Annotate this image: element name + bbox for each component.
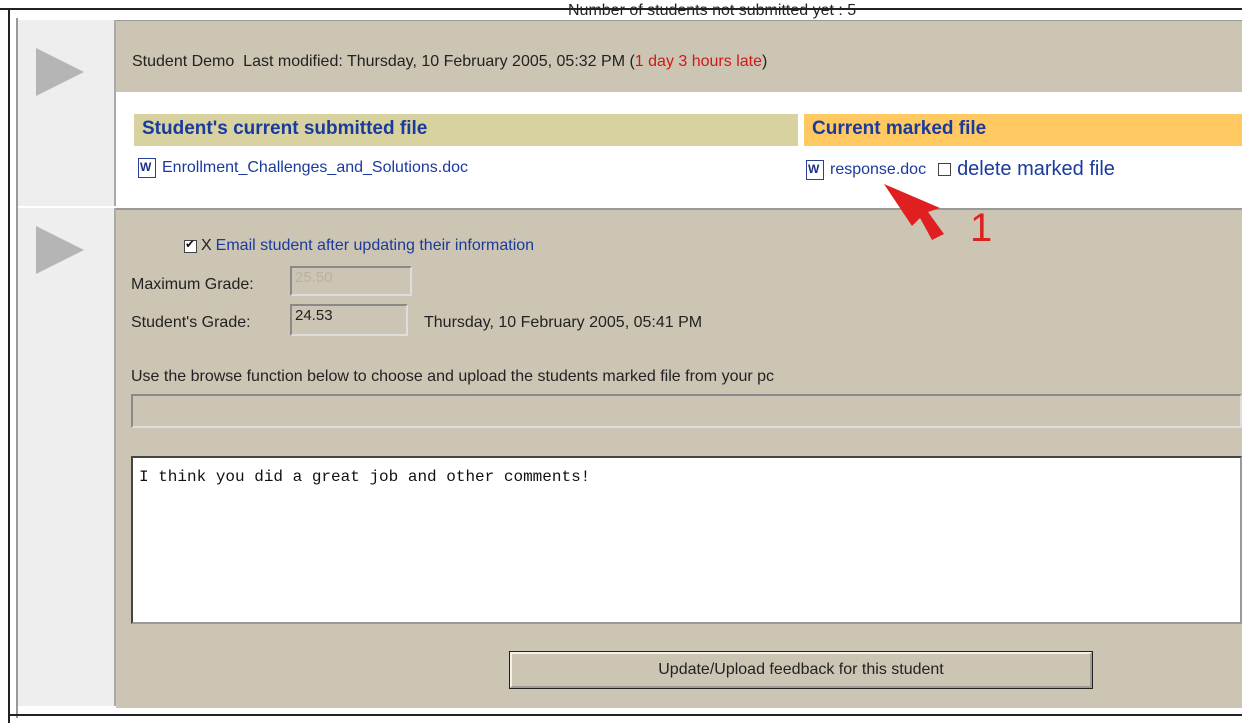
last-modified-label: Last modified: <box>243 53 343 70</box>
graded-time: Thursday, 10 February 2005, 05:41 PM <box>424 314 703 331</box>
submitted-file-header: Student's current submitted file <box>134 114 798 146</box>
last-modified-value: Thursday, 10 February 2005, 05:32 PM <box>346 53 626 70</box>
annotation-number: 1 <box>970 206 993 250</box>
email-prefix: X <box>201 237 212 254</box>
email-student-option: X Email student after updating their inf… <box>184 237 534 255</box>
submitted-file-name[interactable]: Enrollment_Challenges_and_Solutions.doc <box>162 159 468 177</box>
outer-left-border <box>8 8 10 723</box>
students-not-submitted-text: Number of students not submitted yet : 5 <box>568 2 857 19</box>
red-arrow-annotation-icon <box>884 184 944 240</box>
late-close: ) <box>762 53 768 70</box>
update-feedback-button[interactable]: Update/Upload feedback for this student <box>509 651 1093 689</box>
comment-textarea[interactable]: I think you did a great job and other co… <box>131 456 1242 624</box>
play-triangle-icon <box>36 48 84 96</box>
file-upload-field[interactable] <box>131 394 1242 428</box>
late-indicator: 1 day 3 hours late <box>634 53 762 70</box>
play-triangle-icon <box>36 226 84 274</box>
student-name: Student Demo <box>132 53 235 70</box>
upload-instructions: Use the browse function below to choose … <box>131 368 775 385</box>
word-document-icon <box>806 159 824 180</box>
delete-marked-file-label: delete marked file <box>957 158 1115 180</box>
student-grade-label: Student's Grade: <box>131 314 251 331</box>
maximum-grade-field: 25.50 <box>290 266 412 296</box>
word-document-icon <box>138 158 156 178</box>
maximum-grade-label: Maximum Grade: <box>131 276 254 293</box>
submission-arrow-column <box>18 20 116 206</box>
marked-file-header: Current marked file <box>804 114 1242 146</box>
bottom-border <box>8 714 1242 716</box>
page-top-border: Number of students not submitted yet : 5 <box>0 2 1242 19</box>
email-student-label: Email student after updating their infor… <box>215 237 535 254</box>
files-panel <box>116 92 1242 206</box>
grading-arrow-column <box>18 208 116 706</box>
submission-info-text: Student Demo Last modified: Thursday, 10… <box>132 53 767 71</box>
email-student-checkbox[interactable] <box>184 237 197 253</box>
submitted-file-link[interactable]: Enrollment_Challenges_and_Solutions.doc <box>138 158 468 178</box>
submission-info-row: Student Demo Last modified: Thursday, 10… <box>116 20 1242 93</box>
student-grade-input[interactable]: 24.53 <box>290 304 408 336</box>
